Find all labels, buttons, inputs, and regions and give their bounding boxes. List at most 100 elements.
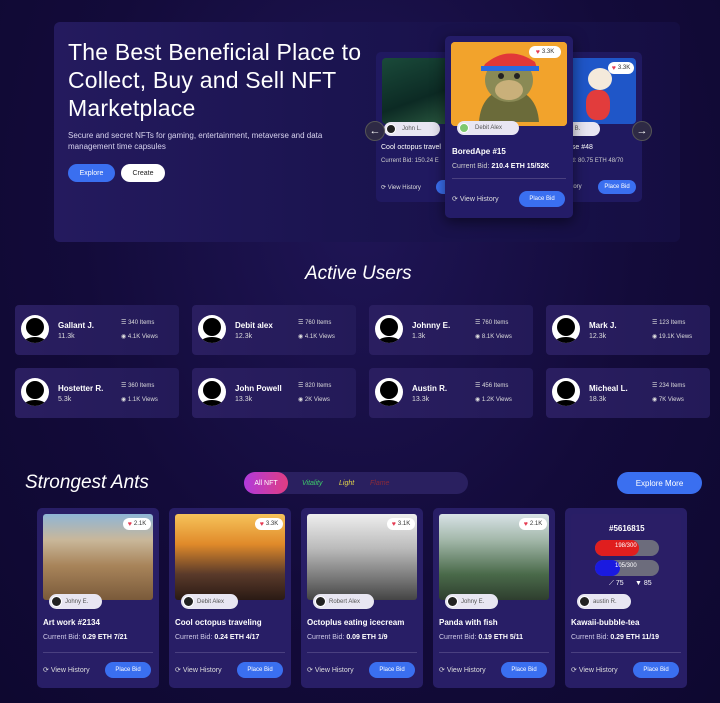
list-icon: ☰ [475,383,481,389]
user-items: ☰ 820 Items [298,383,332,389]
defense-stat: ▼ 85 [635,580,652,587]
place-bid-button[interactable]: Place Bid [598,180,636,194]
nft-card[interactable]: ♥ 2.1K Johny E. Art work #2134 Current Bid: … [37,508,159,688]
hero-title: The Best Beneficial Place to Collect, Bu… [68,39,362,121]
user-name: Hostetter R. [58,384,104,393]
arrow-right-icon[interactable]: → [632,121,652,141]
user-card[interactable]: Austin R. 13.3k ☰ 456 Items ◉ 1.2K Views [369,368,533,418]
user-items: ☰ 760 Items [298,320,332,326]
shield-icon: ▼ [635,580,642,587]
list-icon: ☰ [121,383,127,389]
likes-badge: ♥ 2.1K [519,518,547,530]
owner-chip: Robert Alex [313,594,375,609]
arrow-left-icon[interactable]: ← [365,121,385,141]
view-history-link[interactable]: ⟳ View History [452,195,499,203]
avatar [51,596,62,607]
eye-icon: ◉ [121,334,127,340]
avatar [198,378,226,406]
nft-bid: Current Bid: 0.19 ETH 5/11 [439,634,524,641]
strongest-ants-title: Strongest Ants [25,472,149,493]
tab-flame[interactable]: Flame [370,472,389,494]
user-name: Gallant J. [58,321,95,330]
nft-title: BoredApe #15 [452,147,506,156]
explore-more-button[interactable]: Explore More [617,472,702,494]
user-card[interactable]: Johnny E. 1.3k ☰ 760 Items ◉ 8.1K Views [369,305,533,355]
nft-title: Kawaii-bubble-tea [571,618,640,627]
user-name: Debit alex [235,321,273,330]
user-views: ◉ 2K Views [298,397,330,403]
heart-icon: ♥ [259,520,264,528]
place-bid-button[interactable]: Place Bid [633,662,679,678]
user-items: ☰ 340 Items [121,320,155,326]
nft-card[interactable]: ♥ 3.3K Debit Alex Cool octopus traveling Cur… [169,508,291,688]
place-bid-button[interactable]: Place Bid [105,662,151,678]
tab-all-nft[interactable]: All NFT [244,472,288,494]
mp-value: 105/300 [615,563,637,569]
user-card[interactable]: Hostetter R. 5.3k ☰ 360 Items ◉ 1.1K Views [15,368,179,418]
user-name: Johnny E. [412,321,451,330]
owner-chip: Debit Alex [181,594,239,609]
nft-title: Cool octopus traveling [175,618,262,627]
list-icon: ☰ [475,320,481,326]
carousel-card-right[interactable]: ♥3.3K rk B. use #48 Bid: 80.75 ETH 48/70… [564,52,642,202]
nft-image [382,58,452,124]
user-card[interactable]: Debit alex 12.3k ☰ 760 Items ◉ 4.1K Views [192,305,356,355]
tab-vitality[interactable]: Vitality [302,472,323,494]
tab-light[interactable]: Light [339,472,354,494]
view-history-link[interactable]: ⟳ View History [175,666,222,674]
user-card[interactable]: Mark J. 12.3k ☰ 123 Items ◉ 19.1K Views [546,305,710,355]
attack-stat: ⟋ 75 [609,580,624,587]
divider [452,178,566,179]
place-bid-button[interactable]: Place Bid [369,662,415,678]
carousel-card-center[interactable]: ♥ 3.3K Debit Alex BoredApe #15 Current Bi… [445,36,573,218]
place-bid-button[interactable]: Place Bid [237,662,283,678]
user-views: ◉ 7K Views [652,397,684,403]
history-icon: ⟳ [452,196,458,203]
create-button[interactable]: Create [121,164,165,182]
divider [571,652,681,653]
nft-bid: Current Bid: 0.29 ETH 11/19 [571,634,659,641]
owner-chip: Johny E. [49,594,103,609]
nft-title: Octoplus eating icecream [307,618,405,627]
nft-bid: Bid: 80.75 ETH 48/70 [566,158,624,164]
sword-icon: ⟋ [609,580,614,587]
nft-id: #5616815 [609,524,645,533]
divider [307,652,417,653]
nft-bid: Current Bid: 0.24 ETH 4/17 [175,634,260,641]
user-card[interactable]: Gallant J. 11.3k ☰ 340 Items ◉ 4.1K Views [15,305,179,355]
history-icon: ⟳ [439,667,445,674]
heart-icon: ♥ [391,520,396,528]
list-icon: ☰ [298,383,304,389]
explore-button[interactable]: Explore [68,164,115,182]
nft-card[interactable]: ♥ 3.1K Robert Alex Octoplus eating icecream… [301,508,423,688]
avatar [447,596,458,607]
eye-icon: ◉ [475,397,481,403]
user-card[interactable]: John Powell 13.3k ☰ 820 Items ◉ 2K Views [192,368,356,418]
heart-icon: ♥ [127,520,132,528]
view-history-link[interactable]: ⟳ View History [439,666,486,674]
user-value: 1.3k [412,333,426,340]
avatar [198,315,226,343]
owner-name: Robert Alex [329,598,361,605]
active-users-title: Active Users [305,263,412,284]
nft-card[interactable]: #5616815 198/300 105/300 ⟋ 75 ▼ 85 austin R. K… [565,508,687,688]
view-history-link[interactable]: ⟳ View History [571,666,618,674]
user-value: 11.3k [58,333,75,340]
user-value: 12.3k [235,333,253,340]
user-name: Micheal L. [589,384,628,393]
place-bid-button[interactable]: Place Bid [501,662,547,678]
view-history-link[interactable]: ⟳ View History [43,666,90,674]
user-views: ◉ 4.1K Views [298,334,335,340]
carousel-card-left[interactable]: John L. Cool octopus travel Current Bid:… [376,52,452,202]
view-history-link[interactable]: ⟳ View History [381,184,421,191]
nft-card[interactable]: ♥ 2.1K Johny E. Panda with fish Current Bid:… [433,508,555,688]
heart-icon: ♥ [611,64,616,72]
view-history-link[interactable]: ⟳ View History [307,666,354,674]
avatar [579,596,590,607]
user-views: ◉ 1.2K Views [475,397,512,403]
user-name: Austin R. [412,384,448,393]
avatar [552,315,580,343]
user-card[interactable]: Micheal L. 18.3k ☰ 234 Items ◉ 7K Views [546,368,710,418]
avatar [21,378,49,406]
place-bid-button[interactable]: Place Bid [519,191,565,207]
